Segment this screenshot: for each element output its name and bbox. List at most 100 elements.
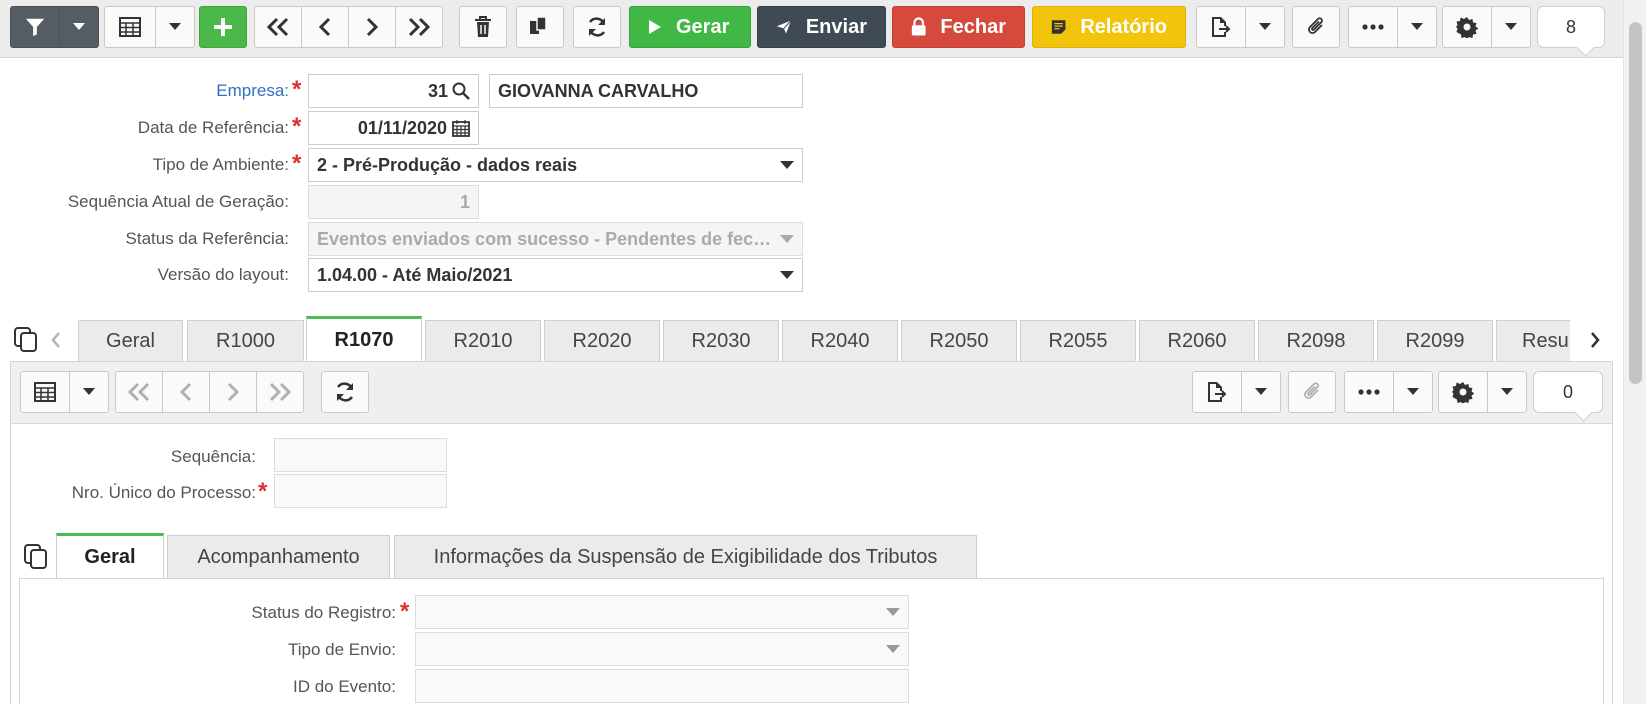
tab-r2040[interactable]: R2040 bbox=[782, 320, 898, 362]
chevron-down-icon bbox=[169, 23, 181, 30]
empresa-code-field[interactable]: 31 bbox=[308, 74, 479, 108]
export-file-icon bbox=[1208, 382, 1227, 402]
tab-r2060[interactable]: R2060 bbox=[1139, 320, 1255, 362]
status-registro-select[interactable] bbox=[415, 595, 909, 629]
double-chevron-left-icon bbox=[127, 382, 150, 402]
more-menu-button[interactable] bbox=[1397, 6, 1437, 48]
tab-resumo[interactable]: Resumo bbox=[1496, 320, 1570, 362]
tipo-envio-label: Tipo de Envio: bbox=[287, 640, 396, 659]
subtab-acompanhamento[interactable]: Acompanhamento bbox=[167, 535, 390, 579]
versao-layout-select[interactable]: 1.04.00 - Até Maio/2021 bbox=[308, 258, 803, 292]
data-referencia-field[interactable]: 01/11/2020 bbox=[308, 111, 479, 145]
previous-record-button[interactable] bbox=[301, 6, 349, 48]
detail-grid-view-button[interactable] bbox=[20, 371, 70, 413]
tab-scroll-left-icon[interactable] bbox=[50, 331, 62, 349]
detail-refresh-button-group bbox=[321, 371, 369, 413]
fechar-button[interactable]: Fechar bbox=[892, 6, 1025, 48]
enviar-button-group: Enviar bbox=[757, 6, 886, 48]
search-icon[interactable] bbox=[452, 82, 470, 100]
detail-export-button-group bbox=[1192, 371, 1281, 413]
attach-button-group bbox=[1292, 6, 1340, 48]
relatorio-button-group: Relatório bbox=[1032, 6, 1186, 48]
tipo-ambiente-select[interactable]: 2 - Pré-Produção - dados reais bbox=[308, 148, 803, 182]
next-record-button[interactable] bbox=[348, 6, 396, 48]
tab-r1000[interactable]: R1000 bbox=[187, 320, 304, 362]
detail-export-button[interactable] bbox=[1192, 371, 1242, 413]
tab-r2010[interactable]: R2010 bbox=[425, 320, 541, 362]
add-button[interactable] bbox=[199, 6, 247, 48]
detail-export-menu-button[interactable] bbox=[1241, 371, 1281, 413]
gerar-button[interactable]: Gerar bbox=[629, 6, 751, 48]
delete-button[interactable] bbox=[459, 6, 507, 48]
ellipsis-icon bbox=[1362, 24, 1384, 30]
detail-view-menu-button[interactable] bbox=[69, 371, 109, 413]
chevron-down-icon bbox=[1501, 388, 1513, 395]
view-menu-button[interactable] bbox=[155, 6, 195, 48]
tab-r2030[interactable]: R2030 bbox=[663, 320, 779, 362]
duplicate-button-group bbox=[516, 6, 564, 48]
empresa-label[interactable]: Empresa: bbox=[216, 81, 289, 101]
refresh-button[interactable] bbox=[573, 6, 621, 48]
tab-r1070[interactable]: R1070 bbox=[306, 316, 422, 362]
refresh-button-group bbox=[573, 6, 621, 48]
duplicate-button[interactable] bbox=[516, 6, 564, 48]
page-scrollbar[interactable] bbox=[1623, 0, 1646, 704]
grid-view-button[interactable] bbox=[104, 6, 156, 48]
detail-previous-record-button[interactable] bbox=[162, 371, 210, 413]
copy-tabs-icon[interactable] bbox=[14, 327, 38, 353]
subtab-geral[interactable]: Geral bbox=[56, 533, 164, 579]
nro-processo-label: Nro. Único do Processo: bbox=[71, 483, 256, 502]
tab-r2099[interactable]: R2099 bbox=[1377, 320, 1493, 362]
more-options-button[interactable] bbox=[1348, 6, 1398, 48]
tab-r2050[interactable]: R2050 bbox=[901, 320, 1017, 362]
first-record-button[interactable] bbox=[254, 6, 302, 48]
detail-last-record-button[interactable] bbox=[256, 371, 304, 413]
scrollbar-thumb[interactable] bbox=[1629, 22, 1642, 384]
tab-r2098[interactable]: R2098 bbox=[1258, 320, 1374, 362]
detail-settings-button[interactable] bbox=[1438, 371, 1488, 413]
chevron-down-icon bbox=[1259, 23, 1271, 30]
main-tabs: Geral R1000 R1070 R2010 R2020 R2030 R204… bbox=[78, 316, 1570, 362]
tab-scroll-right-icon[interactable] bbox=[1589, 331, 1601, 349]
nro-processo-field[interactable] bbox=[274, 474, 447, 508]
detail-refresh-button[interactable] bbox=[321, 371, 369, 413]
required-marker: * bbox=[292, 113, 302, 140]
copy-tabs-icon[interactable] bbox=[24, 544, 48, 570]
detail-first-record-button[interactable] bbox=[115, 371, 163, 413]
tab-r2020[interactable]: R2020 bbox=[544, 320, 660, 362]
play-icon bbox=[649, 20, 661, 34]
detail-attach-button[interactable] bbox=[1288, 371, 1336, 413]
attach-button[interactable] bbox=[1292, 6, 1340, 48]
export-menu-button[interactable] bbox=[1245, 6, 1285, 48]
empresa-name-field[interactable]: GIOVANNA CARVALHO bbox=[489, 74, 803, 108]
detail-next-record-button[interactable] bbox=[209, 371, 257, 413]
subtab-suspensao-exigibilidade[interactable]: Informações da Suspensão de Exigibilidad… bbox=[394, 535, 977, 579]
enviar-button[interactable]: Enviar bbox=[757, 6, 886, 48]
relatorio-label: Relatório bbox=[1080, 15, 1167, 38]
last-record-button[interactable] bbox=[395, 6, 443, 48]
paperclip-icon bbox=[1308, 17, 1323, 34]
versao-layout-label: Versão do layout: bbox=[157, 265, 289, 284]
tab-r2055[interactable]: R2055 bbox=[1020, 320, 1136, 362]
relatorio-button[interactable]: Relatório bbox=[1032, 6, 1186, 48]
detail-more-options-button[interactable] bbox=[1344, 371, 1394, 413]
detail-more-menu-button[interactable] bbox=[1393, 371, 1433, 413]
export-button[interactable] bbox=[1196, 6, 1246, 48]
copy-icon bbox=[530, 16, 547, 34]
refresh-icon bbox=[336, 382, 354, 402]
status-referencia-label: Status da Referência: bbox=[125, 229, 289, 248]
tab-geral[interactable]: Geral bbox=[78, 320, 183, 362]
tipo-ambiente-value: 2 - Pré-Produção - dados reais bbox=[317, 154, 578, 175]
settings-button[interactable] bbox=[1442, 6, 1492, 48]
data-referencia-label: Data de Referência: bbox=[137, 118, 289, 137]
calendar-icon[interactable] bbox=[452, 119, 470, 137]
detail-more-button-group bbox=[1344, 371, 1433, 413]
settings-menu-button[interactable] bbox=[1491, 6, 1531, 48]
chevron-down-icon bbox=[1407, 388, 1419, 395]
filter-menu-button[interactable] bbox=[59, 6, 99, 48]
filter-button[interactable] bbox=[10, 6, 60, 48]
sequencia-field[interactable] bbox=[274, 438, 447, 472]
detail-settings-menu-button[interactable] bbox=[1487, 371, 1527, 413]
tipo-envio-select[interactable] bbox=[415, 632, 909, 666]
id-evento-field[interactable] bbox=[415, 669, 909, 703]
